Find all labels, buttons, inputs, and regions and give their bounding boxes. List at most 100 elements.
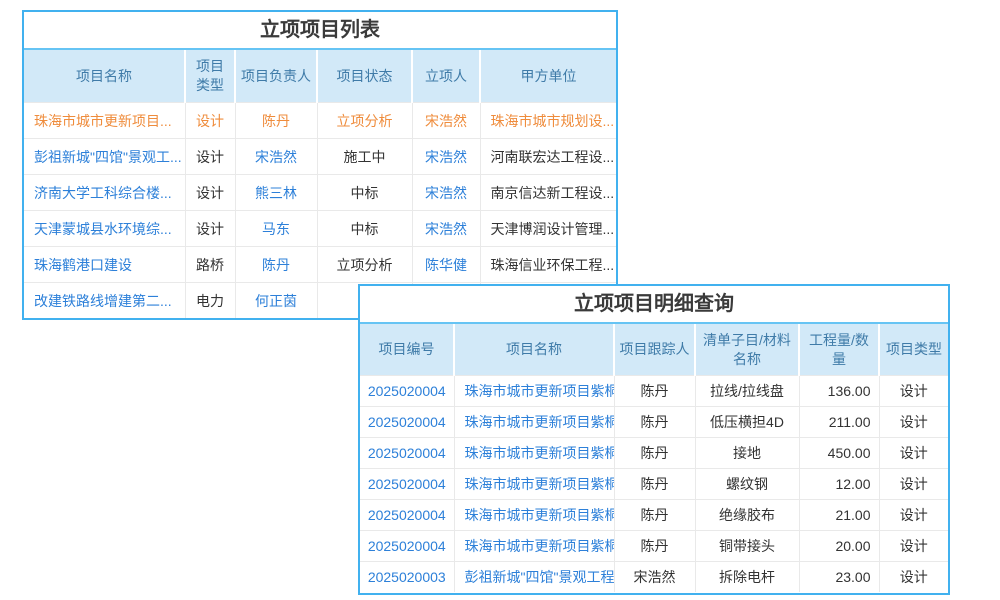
initiator-link[interactable]: 宋浩然 <box>425 185 467 201</box>
material-name-text: 铜带接头 <box>719 538 775 554</box>
project-status-text: 立项分析 <box>337 113 393 129</box>
table-row: 珠海鹤港口建设 路桥 陈丹 立项分析 陈华健 珠海信业环保工程... <box>24 247 616 283</box>
project-type-text: 电力 <box>196 293 224 309</box>
col-header-material-name: 清单子目/材料名称 <box>695 324 799 376</box>
project-name-link[interactable]: 济南大学工科综合楼... <box>34 185 172 201</box>
project-manager-link[interactable]: 宋浩然 <box>255 149 297 165</box>
project-type-text: 设计 <box>900 476 928 492</box>
project-type-text: 设计 <box>900 569 928 585</box>
client-unit-text: 天津博润设计管理... <box>491 221 615 237</box>
project-list-panel: 立项项目列表 项目名称 项目类型 项目负责人 项目状态 立项人 甲方单位 珠海市… <box>22 10 618 320</box>
table-row: 2025020004 珠海市城市更新项目紫桐 陈丹 接地 450.00 设计 <box>360 438 948 469</box>
client-unit-text: 河南联宏达工程设... <box>491 149 615 165</box>
initiator-link[interactable]: 陈华健 <box>425 257 467 273</box>
project-type-text: 路桥 <box>196 257 224 273</box>
tracker-text: 宋浩然 <box>634 569 676 585</box>
project-detail-panel: 立项项目明细查询 项目编号 项目名称 项目跟踪人 清单子目/材料名称 工程量/数… <box>358 284 950 595</box>
project-type-text: 设计 <box>196 113 224 129</box>
initiator-link[interactable]: 宋浩然 <box>425 113 467 129</box>
tracker-text: 陈丹 <box>641 538 669 554</box>
tracker-text: 陈丹 <box>641 414 669 430</box>
tracker-text: 陈丹 <box>641 445 669 461</box>
quantity-value: 12.00 <box>835 476 870 492</box>
quantity-value: 136.00 <box>828 383 871 399</box>
material-name-text: 拆除电杆 <box>719 569 775 585</box>
project-manager-link[interactable]: 何正茵 <box>255 293 297 309</box>
col-header-client-unit: 甲方单位 <box>480 50 616 103</box>
project-name-link[interactable]: 珠海鹤港口建设 <box>34 257 132 273</box>
table-header-row: 项目名称 项目类型 项目负责人 项目状态 立项人 甲方单位 <box>24 50 616 103</box>
project-name-link[interactable]: 珠海市城市更新项目... <box>34 113 172 129</box>
initiator-link[interactable]: 宋浩然 <box>425 221 467 237</box>
project-list-table: 项目名称 项目类型 项目负责人 项目状态 立项人 甲方单位 珠海市城市更新项目.… <box>24 50 616 318</box>
project-manager-link[interactable]: 陈丹 <box>262 113 290 129</box>
project-name-link[interactable]: 珠海市城市更新项目紫桐 <box>465 507 615 523</box>
project-list-title: 立项项目列表 <box>24 12 616 50</box>
table-row: 2025020003 彭祖新城"四馆"景观工程 宋浩然 拆除电杆 23.00 设… <box>360 562 948 593</box>
quantity-value: 450.00 <box>828 445 871 461</box>
table-header-row: 项目编号 项目名称 项目跟踪人 清单子目/材料名称 工程量/数量 项目类型 <box>360 324 948 376</box>
col-header-initiator: 立项人 <box>412 50 480 103</box>
table-row: 天津蒙城县水环境综... 设计 马东 中标 宋浩然 天津博润设计管理... <box>24 211 616 247</box>
quantity-value: 21.00 <box>835 507 870 523</box>
project-type-text: 设计 <box>900 538 928 554</box>
project-name-link[interactable]: 天津蒙城县水环境综... <box>34 221 172 237</box>
project-code-link[interactable]: 2025020004 <box>368 445 446 461</box>
project-code-link[interactable]: 2025020004 <box>368 538 446 554</box>
project-name-link[interactable]: 彭祖新城"四馆"景观工... <box>34 149 182 165</box>
col-header-tracker: 项目跟踪人 <box>614 324 695 376</box>
project-manager-link[interactable]: 马东 <box>262 221 290 237</box>
project-status-text: 中标 <box>351 221 379 237</box>
quantity-value: 211.00 <box>829 414 871 430</box>
project-manager-link[interactable]: 熊三林 <box>255 185 297 201</box>
project-name-link[interactable]: 珠海市城市更新项目紫桐 <box>465 538 615 554</box>
table-row: 彭祖新城"四馆"景观工... 设计 宋浩然 施工中 宋浩然 河南联宏达工程设..… <box>24 139 616 175</box>
table-row: 2025020004 珠海市城市更新项目紫桐 陈丹 低压横担4D 211.00 … <box>360 407 948 438</box>
tracker-text: 陈丹 <box>641 507 669 523</box>
col-header-project-manager: 项目负责人 <box>235 50 317 103</box>
table-row: 济南大学工科综合楼... 设计 熊三林 中标 宋浩然 南京信达新工程设... <box>24 175 616 211</box>
project-type-text: 设计 <box>900 507 928 523</box>
project-type-text: 设计 <box>900 414 928 430</box>
project-type-text: 设计 <box>900 383 928 399</box>
table-row: 2025020004 珠海市城市更新项目紫桐 陈丹 拉线/拉线盘 136.00 … <box>360 376 948 407</box>
table-row: 2025020004 珠海市城市更新项目紫桐 陈丹 螺纹钢 12.00 设计 <box>360 469 948 500</box>
col-header-project-name: 项目名称 <box>24 50 185 103</box>
project-manager-link[interactable]: 陈丹 <box>262 257 290 273</box>
project-type-text: 设计 <box>196 221 224 237</box>
material-name-text: 绝缘胶布 <box>719 507 775 523</box>
quantity-value: 20.00 <box>835 538 870 554</box>
material-name-text: 低压横担4D <box>710 414 784 430</box>
material-name-text: 螺纹钢 <box>726 476 768 492</box>
project-name-link[interactable]: 珠海市城市更新项目紫桐 <box>465 476 615 492</box>
table-row: 2025020004 珠海市城市更新项目紫桐 陈丹 绝缘胶布 21.00 设计 <box>360 500 948 531</box>
project-name-link[interactable]: 珠海市城市更新项目紫桐 <box>465 445 615 461</box>
table-row: 2025020004 珠海市城市更新项目紫桐 陈丹 铜带接头 20.00 设计 <box>360 531 948 562</box>
project-status-text: 中标 <box>351 185 379 201</box>
material-name-text: 拉线/拉线盘 <box>710 383 784 399</box>
project-name-link[interactable]: 珠海市城市更新项目紫桐 <box>465 414 615 430</box>
client-unit-text: 珠海信业环保工程... <box>491 257 615 273</box>
project-name-link[interactable]: 改建铁路线增建第二... <box>34 293 172 309</box>
client-unit-text: 南京信达新工程设... <box>491 185 615 201</box>
project-name-link[interactable]: 珠海市城市更新项目紫桐 <box>465 383 615 399</box>
project-type-text: 设计 <box>196 149 224 165</box>
col-header-project-type: 项目类型 <box>185 50 235 103</box>
col-header-project-status: 项目状态 <box>317 50 412 103</box>
col-header-project-type: 项目类型 <box>879 324 948 376</box>
initiator-link[interactable]: 宋浩然 <box>425 149 467 165</box>
material-name-text: 接地 <box>733 445 761 461</box>
project-code-link[interactable]: 2025020004 <box>368 507 446 523</box>
tracker-text: 陈丹 <box>641 383 669 399</box>
project-code-link[interactable]: 2025020004 <box>368 414 446 430</box>
project-code-link[interactable]: 2025020003 <box>368 569 446 585</box>
project-detail-title: 立项项目明细查询 <box>360 286 948 324</box>
table-row: 珠海市城市更新项目... 设计 陈丹 立项分析 宋浩然 珠海市城市规划设... <box>24 103 616 139</box>
col-header-quantity: 工程量/数量 <box>799 324 879 376</box>
project-code-link[interactable]: 2025020004 <box>368 476 446 492</box>
project-code-link[interactable]: 2025020004 <box>368 383 446 399</box>
quantity-value: 23.00 <box>835 569 870 585</box>
col-header-project-code: 项目编号 <box>360 324 454 376</box>
project-status-text: 施工中 <box>344 149 386 165</box>
project-name-link[interactable]: 彭祖新城"四馆"景观工程 <box>465 569 615 585</box>
